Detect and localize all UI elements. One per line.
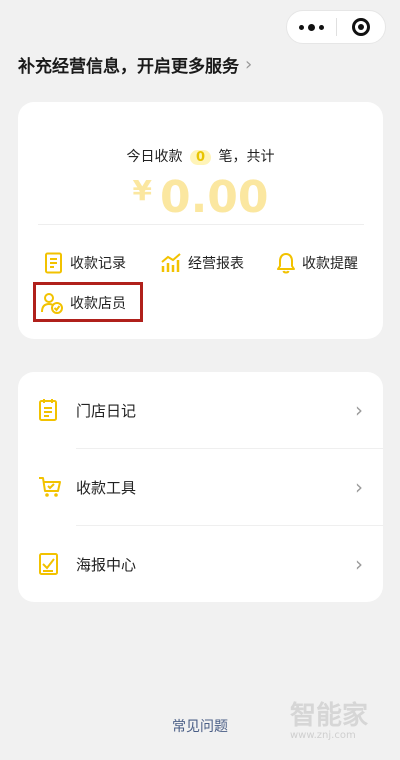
divider bbox=[38, 224, 364, 225]
target-icon bbox=[351, 18, 370, 36]
cart-icon bbox=[39, 477, 61, 497]
mini-program-capsule bbox=[286, 10, 386, 44]
amount-value: 0.00 bbox=[159, 172, 269, 223]
list-item-store-diary[interactable]: 门店日记 › bbox=[18, 372, 383, 448]
chevron-right-icon: › bbox=[245, 54, 253, 75]
watermark-logo: 智能家 www.znj.com bbox=[290, 695, 368, 741]
document-icon bbox=[45, 252, 62, 274]
transaction-count: 0 bbox=[189, 150, 212, 165]
payment-reminder-button[interactable]: 收款提醒 bbox=[276, 252, 358, 274]
payment-records-button[interactable]: 收款记录 bbox=[44, 252, 126, 274]
menu-card: 门店日记 › 收款工具 › 海报中心 › bbox=[18, 372, 383, 602]
chevron-right-icon: › bbox=[355, 475, 363, 499]
quick-action-label: 经营报表 bbox=[188, 256, 244, 272]
bell-icon bbox=[277, 253, 295, 274]
payment-staff-button[interactable]: 收款店员 bbox=[40, 292, 126, 314]
chevron-right-icon: › bbox=[355, 398, 363, 422]
list-item-label: 收款工具 bbox=[76, 478, 137, 497]
summary-card: 今日收款 0 笔，共计 ¥0.00 收款记录 经营报表 收款提醒 收款店员 bbox=[18, 102, 383, 339]
watermark-url: www.znj.com bbox=[290, 730, 356, 741]
total-amount: ¥0.00 bbox=[18, 172, 383, 223]
quick-action-label: 收款提醒 bbox=[302, 256, 358, 272]
business-report-button[interactable]: 经营报表 bbox=[160, 252, 244, 274]
list-item-label: 门店日记 bbox=[76, 401, 137, 420]
quick-action-label: 收款店员 bbox=[70, 296, 126, 312]
close-miniprogram-button[interactable] bbox=[337, 18, 386, 36]
poster-icon bbox=[39, 553, 58, 575]
currency-symbol: ¥ bbox=[132, 174, 152, 207]
list-item-payment-tools[interactable]: 收款工具 › bbox=[18, 449, 383, 525]
today-summary: 今日收款 0 笔，共计 bbox=[18, 146, 383, 166]
dot-icon bbox=[307, 23, 315, 31]
dot-icon bbox=[318, 24, 324, 30]
more-options-button[interactable] bbox=[287, 23, 336, 31]
watermark-title: 智能家 bbox=[290, 701, 369, 731]
today-suffix: 笔，共计 bbox=[218, 149, 275, 165]
dot-icon bbox=[298, 24, 304, 30]
chevron-right-icon: › bbox=[355, 552, 363, 576]
quick-action-label: 收款记录 bbox=[70, 256, 126, 272]
list-item-poster-center[interactable]: 海报中心 › bbox=[18, 526, 383, 602]
staff-icon bbox=[41, 293, 63, 314]
list-item-label: 海报中心 bbox=[76, 555, 137, 574]
bar-chart-icon bbox=[161, 253, 181, 272]
banner-text: 补充经营信息，开启更多服务 bbox=[18, 57, 239, 77]
notepad-icon bbox=[39, 399, 57, 421]
today-prefix: 今日收款 bbox=[126, 149, 183, 165]
business-info-banner[interactable]: 补充经营信息，开启更多服务 › bbox=[18, 52, 252, 77]
